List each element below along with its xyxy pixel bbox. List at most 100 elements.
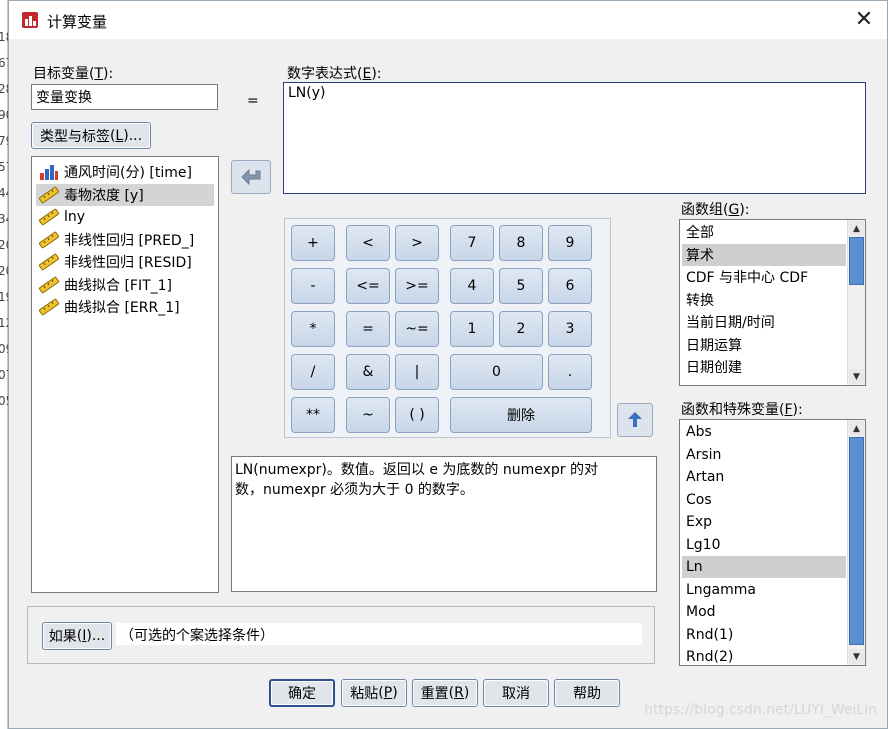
function-group-item[interactable]: 转换: [682, 289, 846, 311]
keypad-key[interactable]: =: [346, 311, 390, 347]
keypad-key[interactable]: 删除: [450, 397, 592, 433]
function-item[interactable]: Artan: [682, 466, 846, 488]
scale-icon: [40, 165, 58, 180]
function-item[interactable]: Rnd(1): [682, 624, 846, 646]
case-selection-frame: 如果(I)... （可选的个案选择条件）: [27, 606, 655, 664]
function-item[interactable]: Exp: [682, 511, 846, 533]
function-group-item[interactable]: CDF 与非中心 CDF: [682, 266, 846, 288]
watermark: https://blog.csdn.net/LUYI_WeiLin: [644, 702, 877, 718]
variable-list[interactable]: 通风时间(分) [time] 毒物浓度 [y] lny 非线性回归 [PRED_] 非线…: [31, 156, 219, 593]
functions-label: 函数和特殊变量(F):: [681, 402, 803, 418]
function-item[interactable]: Mod: [682, 601, 846, 623]
function-item[interactable]: Ln: [682, 556, 846, 578]
ruler-icon: [38, 186, 60, 203]
variable-list-item[interactable]: 曲线拟合 [ERR_1]: [36, 296, 214, 318]
function-item[interactable]: Abs: [682, 421, 846, 443]
expression-input[interactable]: LN(y): [283, 82, 866, 194]
keypad-key[interactable]: 3: [548, 311, 592, 347]
keypad-key[interactable]: &: [346, 354, 390, 390]
function-group-item[interactable]: 算术: [682, 243, 846, 266]
close-icon: ✕: [854, 7, 874, 32]
keypad-key[interactable]: -: [291, 268, 335, 304]
window-title: 计算变量: [47, 13, 108, 31]
cancel-button[interactable]: 取消: [483, 679, 549, 707]
if-button-shortcut: I: [82, 628, 87, 644]
keypad-key[interactable]: 2: [499, 311, 543, 347]
function-group-item[interactable]: 全部: [682, 221, 846, 243]
ok-button[interactable]: 确定: [269, 679, 335, 707]
keypad-key[interactable]: /: [291, 354, 335, 390]
keypad-key[interactable]: 5: [499, 268, 543, 304]
function-item[interactable]: Arsin: [682, 444, 846, 466]
function-item[interactable]: Rnd(2): [682, 646, 846, 665]
left-arrow-icon: [241, 168, 261, 186]
keypad-key[interactable]: <: [346, 225, 390, 261]
type-and-label-text: 类型与标签: [39, 128, 110, 145]
keypad-key[interactable]: **: [291, 397, 335, 433]
variable-label: 通风时间(分) [time]: [64, 165, 192, 181]
keypad-key[interactable]: 0: [450, 354, 543, 390]
scroll-up-icon[interactable]: ▲: [849, 221, 864, 236]
variable-list-item[interactable]: 曲线拟合 [FIT_1]: [36, 274, 214, 296]
keypad-key[interactable]: <=: [346, 268, 390, 304]
scroll-thumb[interactable]: [849, 237, 864, 285]
scroll-down-icon[interactable]: ▼: [849, 649, 864, 664]
insert-function-button[interactable]: [617, 403, 653, 437]
keypad-key[interactable]: ~: [346, 397, 390, 433]
function-group-item[interactable]: 日期运算: [682, 334, 846, 356]
type-and-label-button[interactable]: 类型与标签(L)...: [31, 122, 151, 149]
paste-shortcut: P: [383, 685, 393, 701]
keypad-key[interactable]: 9: [548, 225, 592, 261]
variable-label: lny: [64, 209, 86, 225]
keypad-key[interactable]: .: [548, 354, 592, 390]
function-group-item[interactable]: 日期创建: [682, 356, 846, 378]
if-button-text: 如果: [48, 629, 77, 645]
keypad-key[interactable]: |: [395, 354, 439, 390]
keypad-key[interactable]: 4: [450, 268, 494, 304]
ruler-icon: [38, 208, 60, 226]
variable-list-item[interactable]: 通风时间(分) [time]: [36, 161, 214, 183]
function-item[interactable]: Lngamma: [682, 579, 846, 601]
keypad-key[interactable]: 7: [450, 225, 494, 261]
move-to-expression-button[interactable]: [231, 160, 271, 194]
ruler-icon: [38, 253, 60, 271]
functions-scrollbar[interactable]: ▲ ▼: [847, 420, 865, 665]
description-line-2: 数，numexpr 必须为大于 0 的数字。: [235, 482, 474, 498]
variable-list-item[interactable]: 非线性回归 [RESID]: [36, 251, 214, 273]
variable-list-item[interactable]: lny: [36, 206, 214, 228]
variable-label: 非线性回归 [PRED_]: [64, 232, 195, 249]
reset-button[interactable]: 重置(R): [412, 679, 478, 707]
scroll-thumb[interactable]: [849, 437, 864, 645]
keypad-key[interactable]: ~=: [395, 311, 439, 347]
target-variable-input[interactable]: 变量变换: [31, 84, 218, 110]
function-item[interactable]: Lg10: [682, 534, 846, 556]
function-group-list[interactable]: ▲ ▼ 全部 算术 CDF 与非中心 CDF 转换 当前日期/时间 日期运算 日期创建: [679, 219, 866, 386]
function-group-item[interactable]: 当前日期/时间: [682, 311, 846, 333]
keypad-key[interactable]: +: [291, 225, 335, 261]
if-button[interactable]: 如果(I)...: [42, 622, 112, 650]
function-item[interactable]: Cos: [682, 489, 846, 511]
function-group-shortcut: G: [728, 202, 740, 218]
variable-label: 曲线拟合 [ERR_1]: [64, 300, 180, 316]
paste-button[interactable]: 粘贴(P): [341, 679, 407, 707]
variable-list-item[interactable]: 毒物浓度 [y]: [36, 183, 214, 206]
keypad-key[interactable]: ( ): [395, 397, 439, 433]
ok-button-text: 确定: [288, 686, 316, 702]
title-bar: 计算变量 ✕: [9, 1, 887, 39]
calculator-keypad: + < >7 8 9 - <= >= 4 5 6 * = ~= 1 2 3 /& | 0. ** ~( ) 删除: [284, 218, 611, 438]
keypad-key[interactable]: 8: [499, 225, 543, 261]
variable-list-item[interactable]: 非线性回归 [PRED_]: [36, 229, 214, 251]
keypad-key[interactable]: >: [395, 225, 439, 261]
functions-list[interactable]: ▲ ▼ Abs Arsin Artan Cos Exp Lg10 Ln Lngamma Mod R…: [679, 419, 866, 666]
scroll-down-icon[interactable]: ▼: [849, 369, 864, 384]
help-button[interactable]: 帮助: [554, 679, 620, 707]
keypad-key[interactable]: 6: [548, 268, 592, 304]
scroll-up-icon[interactable]: ▲: [849, 421, 864, 436]
keypad-key[interactable]: 1: [450, 311, 494, 347]
keypad-key[interactable]: *: [291, 311, 335, 347]
keypad-key[interactable]: >=: [395, 268, 439, 304]
close-button[interactable]: ✕: [851, 7, 877, 33]
function-group-scrollbar[interactable]: ▲ ▼: [847, 220, 865, 385]
expression-label-text: 数字表达式: [287, 66, 357, 82]
functions-shortcut: F: [784, 402, 793, 418]
